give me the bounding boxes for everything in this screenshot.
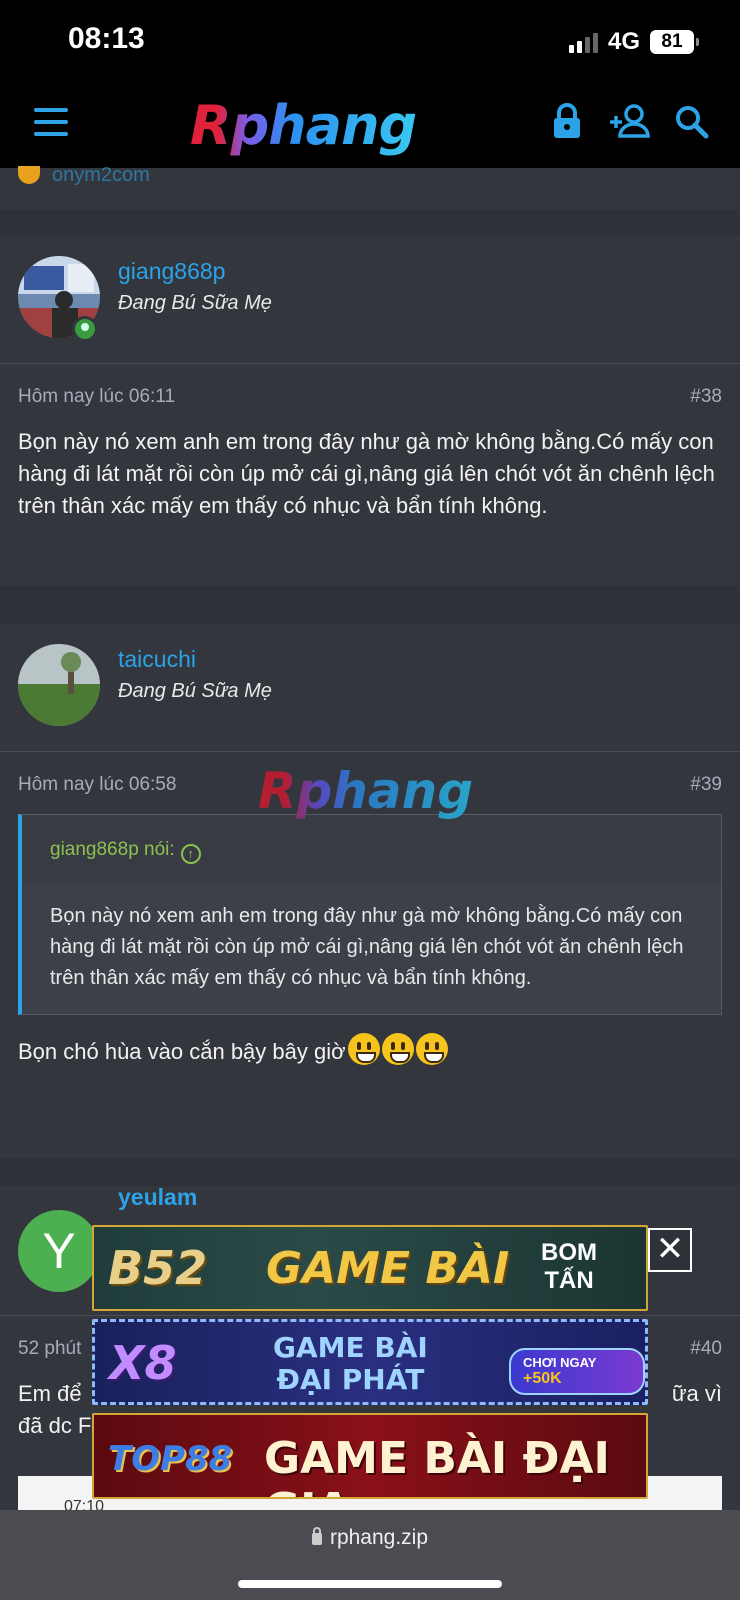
- ad-headline-line1: GAME BÀI: [273, 1331, 428, 1364]
- quote-author[interactable]: giang868p nói:: [50, 839, 175, 860]
- url-text[interactable]: rphang.zip: [330, 1526, 428, 1549]
- ad-brand: TOP88: [108, 1439, 233, 1479]
- ad-cta-button[interactable]: CHƠI NGAY +50K: [509, 1348, 645, 1395]
- post-body-text: Bọn chó hùa vào cắn bậy bây giờ: [18, 1039, 346, 1064]
- post-number[interactable]: #39: [690, 774, 722, 796]
- quote-block: giang868p nói: ↑ Bọn này nó xem anh em tr…: [18, 814, 722, 1015]
- ad-bonus: +50K: [523, 1370, 562, 1387]
- ad-brand: X8: [109, 1336, 177, 1390]
- grinning-emoji-icon: [347, 1033, 380, 1065]
- post-number[interactable]: #40: [690, 1338, 722, 1360]
- battery-icon: 81: [650, 30, 699, 54]
- ad-headline: GAME BÀI ĐẠI GIA: [264, 1433, 610, 1497]
- site-logo[interactable]: Rphang: [190, 94, 417, 157]
- ad-banner-x8[interactable]: X8 GAME BÀI ĐẠI PHÁT CHƠI NGAY +50K: [92, 1319, 648, 1405]
- post-user-block: giang868p Đang Bú Sữa Mẹ: [0, 236, 740, 364]
- watermark-logo: Rphang: [258, 762, 474, 820]
- post-meta: Hôm nay lúc 06:11 #38: [0, 364, 740, 422]
- address-bar[interactable]: rphang.zip: [0, 1526, 740, 1550]
- menu-icon[interactable]: [34, 108, 68, 136]
- close-icon[interactable]: ✕: [648, 1228, 692, 1272]
- network-label: 4G: [607, 28, 640, 55]
- badge-icon: [18, 166, 40, 184]
- search-icon[interactable]: [674, 102, 710, 142]
- username[interactable]: taicuchi: [118, 646, 196, 673]
- avatar[interactable]: [18, 644, 100, 726]
- status-time: 08:13: [68, 22, 145, 55]
- previous-post-partial: onym2com: [0, 164, 740, 210]
- post-39: taicuchi Đang Bú Sữa Mẹ Hôm nay lúc 06:5…: [0, 624, 740, 1158]
- app-header: Rphang: [0, 80, 740, 168]
- add-user-icon[interactable]: [608, 102, 652, 142]
- grinning-emoji-icon: [381, 1033, 414, 1065]
- post-time[interactable]: 52 phút: [18, 1338, 81, 1360]
- user-title: Đang Bú Sữa Mẹ: [118, 292, 272, 314]
- post-time[interactable]: Hôm nay lúc 06:58: [18, 774, 176, 796]
- home-indicator[interactable]: [238, 1580, 502, 1588]
- partial-username[interactable]: onym2com: [52, 164, 150, 187]
- grinning-emoji-icon: [415, 1033, 448, 1065]
- status-indicators: 4G 81: [568, 28, 699, 56]
- username[interactable]: giang868p: [118, 258, 225, 285]
- post-time[interactable]: Hôm nay lúc 06:11: [18, 386, 175, 408]
- post-body: Bọn chó hùa vào cắn bậy bây giờ: [0, 1015, 740, 1068]
- post-user-block: taicuchi Đang Bú Sữa Mẹ: [0, 624, 740, 752]
- lock-icon: [311, 1527, 322, 1545]
- ad-stack: B52 GAME BÀI BOM TẤN X8 GAME BÀI ĐẠI PHÁ…: [92, 1225, 648, 1507]
- status-bar: 08:13 4G 81: [0, 0, 740, 80]
- ad-headline-line2: ĐẠI PHÁT: [276, 1363, 425, 1396]
- ad-banner-b52[interactable]: B52 GAME BÀI BOM TẤN: [92, 1225, 648, 1311]
- ad-headline: GAME BÀI: [266, 1243, 510, 1294]
- ad-subtitle: BOM TẤN: [541, 1239, 597, 1294]
- quote-body: Bọn này nó xem anh em trong đây như gà m…: [50, 905, 684, 989]
- user-title: Đang Bú Sữa Mẹ: [118, 680, 272, 702]
- browser-bottom-bar: rphang.zip: [0, 1510, 740, 1600]
- ad-headline: GAME BÀI ĐẠI PHÁT: [273, 1332, 428, 1396]
- ad-cta-label: CHƠI NGAY: [523, 1355, 597, 1370]
- online-status-icon: [72, 316, 98, 342]
- quote-header[interactable]: giang868p nói: ↑: [22, 815, 721, 883]
- post-number[interactable]: #38: [690, 386, 722, 408]
- post-38: giang868p Đang Bú Sữa Mẹ Hôm nay lúc 06:…: [0, 236, 740, 586]
- post-body-start: Em để: [18, 1381, 82, 1406]
- ad-brand: B52: [108, 1241, 208, 1295]
- post-body-end: ữa vì: [671, 1381, 722, 1406]
- post-body: Bọn này nó xem anh em trong đây như gà m…: [18, 429, 715, 518]
- arrow-up-icon[interactable]: ↑: [180, 844, 201, 864]
- avatar[interactable]: Y: [18, 1210, 100, 1292]
- lock-icon[interactable]: [552, 102, 582, 142]
- username[interactable]: yeulam: [118, 1186, 197, 1211]
- signal-icon: [568, 31, 598, 53]
- ad-banner-top88[interactable]: TOP88 GAME BÀI ĐẠI GIA: [92, 1413, 648, 1499]
